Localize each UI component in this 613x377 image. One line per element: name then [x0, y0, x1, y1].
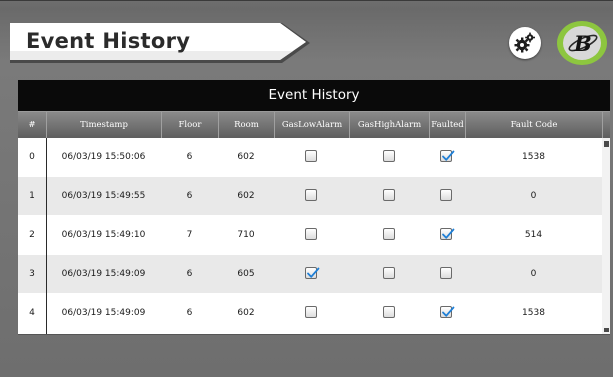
table-title: Event History: [18, 80, 610, 111]
cell-floor: 6: [186, 191, 193, 201]
cell-index: 3: [29, 269, 35, 279]
column-header-index[interactable]: #: [18, 112, 46, 139]
gas-low-alarm-checkbox[interactable]: [305, 189, 317, 201]
event-history-panel: Event History # Timestamp Floor Room Gas…: [18, 80, 610, 334]
gas-low-alarm-checkbox[interactable]: [305, 150, 317, 162]
cell-index: 1: [29, 191, 35, 201]
column-header-floor[interactable]: Floor: [161, 112, 218, 139]
cell-room: 602: [237, 191, 255, 201]
gas-low-alarm-checkbox[interactable]: [305, 306, 317, 318]
checkmark-icon: [442, 150, 455, 161]
checkmark-icon: [442, 228, 455, 239]
cell-index: 2: [29, 230, 35, 240]
cell-floor: 7: [186, 230, 193, 240]
column-header-gas-high-alarm[interactable]: GasHighAlarm: [349, 112, 429, 139]
cell-timestamp: 06/03/19 15:49:10: [61, 230, 146, 240]
cell-index: 4: [29, 308, 35, 318]
scrollbar-end-marker: [604, 328, 609, 332]
cell-timestamp: 06/03/19 15:49:09: [61, 269, 146, 279]
column-header-room[interactable]: Room: [218, 112, 274, 139]
cell-index: 0: [29, 152, 35, 162]
faulted-checkbox[interactable]: [440, 150, 455, 162]
cell-fault-code: 514: [524, 230, 543, 240]
faulted-checkbox[interactable]: [440, 267, 452, 279]
faulted-checkbox[interactable]: [440, 228, 455, 240]
cell-floor: 6: [186, 269, 193, 279]
cell-timestamp: 06/03/19 15:49:09: [61, 308, 146, 318]
page-title: Event History: [26, 29, 191, 53]
cell-floor: 6: [186, 152, 193, 162]
column-header-timestamp[interactable]: Timestamp: [46, 112, 161, 139]
cell-timestamp: 06/03/19 15:49:55: [61, 191, 146, 201]
table-row[interactable]: 3 06/03/19 15:49:09 6 605 0: [18, 255, 602, 293]
cell-room: 605: [237, 269, 255, 279]
index-column-divider: [46, 138, 47, 334]
panel-bottom-divider: [18, 334, 610, 335]
cell-room: 602: [237, 308, 255, 318]
faulted-checkbox[interactable]: [440, 189, 452, 201]
header-spacer: [602, 112, 610, 139]
checkmark-icon: [442, 306, 455, 317]
cell-floor: 6: [186, 308, 193, 318]
brand-b-logo-icon: B: [563, 26, 601, 60]
gas-low-alarm-checkbox[interactable]: [305, 267, 320, 279]
column-header-fault-code[interactable]: Fault Code: [465, 112, 602, 139]
table-row[interactable]: 4 06/03/19 15:49:09 6 602 1538: [18, 294, 602, 332]
cell-room: 602: [237, 152, 255, 162]
table-row[interactable]: 2 06/03/19 15:49:10 7 710 514: [18, 216, 602, 254]
cell-fault-code: 1538: [522, 152, 545, 162]
table-row[interactable]: 1 06/03/19 15:49:55 6 602 0: [18, 177, 602, 215]
scrollbar-thumb[interactable]: [604, 141, 609, 147]
gas-low-alarm-checkbox[interactable]: [305, 228, 317, 240]
table-row[interactable]: 0 06/03/19 15:50:06 6 602 1538: [18, 138, 602, 176]
column-header-faulted[interactable]: Faulted: [429, 112, 465, 139]
brand-logo-button[interactable]: B: [557, 21, 607, 65]
checkmark-icon: [307, 267, 320, 278]
gas-high-alarm-checkbox[interactable]: [383, 189, 395, 201]
svg-text:B: B: [573, 31, 592, 56]
gas-high-alarm-checkbox[interactable]: [383, 267, 395, 279]
app-window: Event History B Event History # Timestam…: [0, 0, 613, 377]
cell-timestamp: 06/03/19 15:50:06: [61, 152, 146, 162]
cell-fault-code: 0: [530, 269, 537, 279]
gas-high-alarm-checkbox[interactable]: [383, 150, 395, 162]
gas-high-alarm-checkbox[interactable]: [383, 228, 395, 240]
table-header: # Timestamp Floor Room GasLowAlarm GasHi…: [18, 111, 610, 139]
settings-button[interactable]: [509, 27, 541, 59]
gas-high-alarm-checkbox[interactable]: [383, 306, 395, 318]
gears-icon: [514, 32, 535, 53]
cell-room: 710: [237, 230, 255, 240]
vertical-scrollbar[interactable]: [602, 138, 610, 334]
cell-fault-code: 1538: [522, 308, 545, 318]
page-title-banner: Event History: [10, 23, 310, 63]
column-header-gas-low-alarm[interactable]: GasLowAlarm: [274, 112, 349, 139]
cell-fault-code: 0: [530, 191, 537, 201]
faulted-checkbox[interactable]: [440, 306, 455, 318]
